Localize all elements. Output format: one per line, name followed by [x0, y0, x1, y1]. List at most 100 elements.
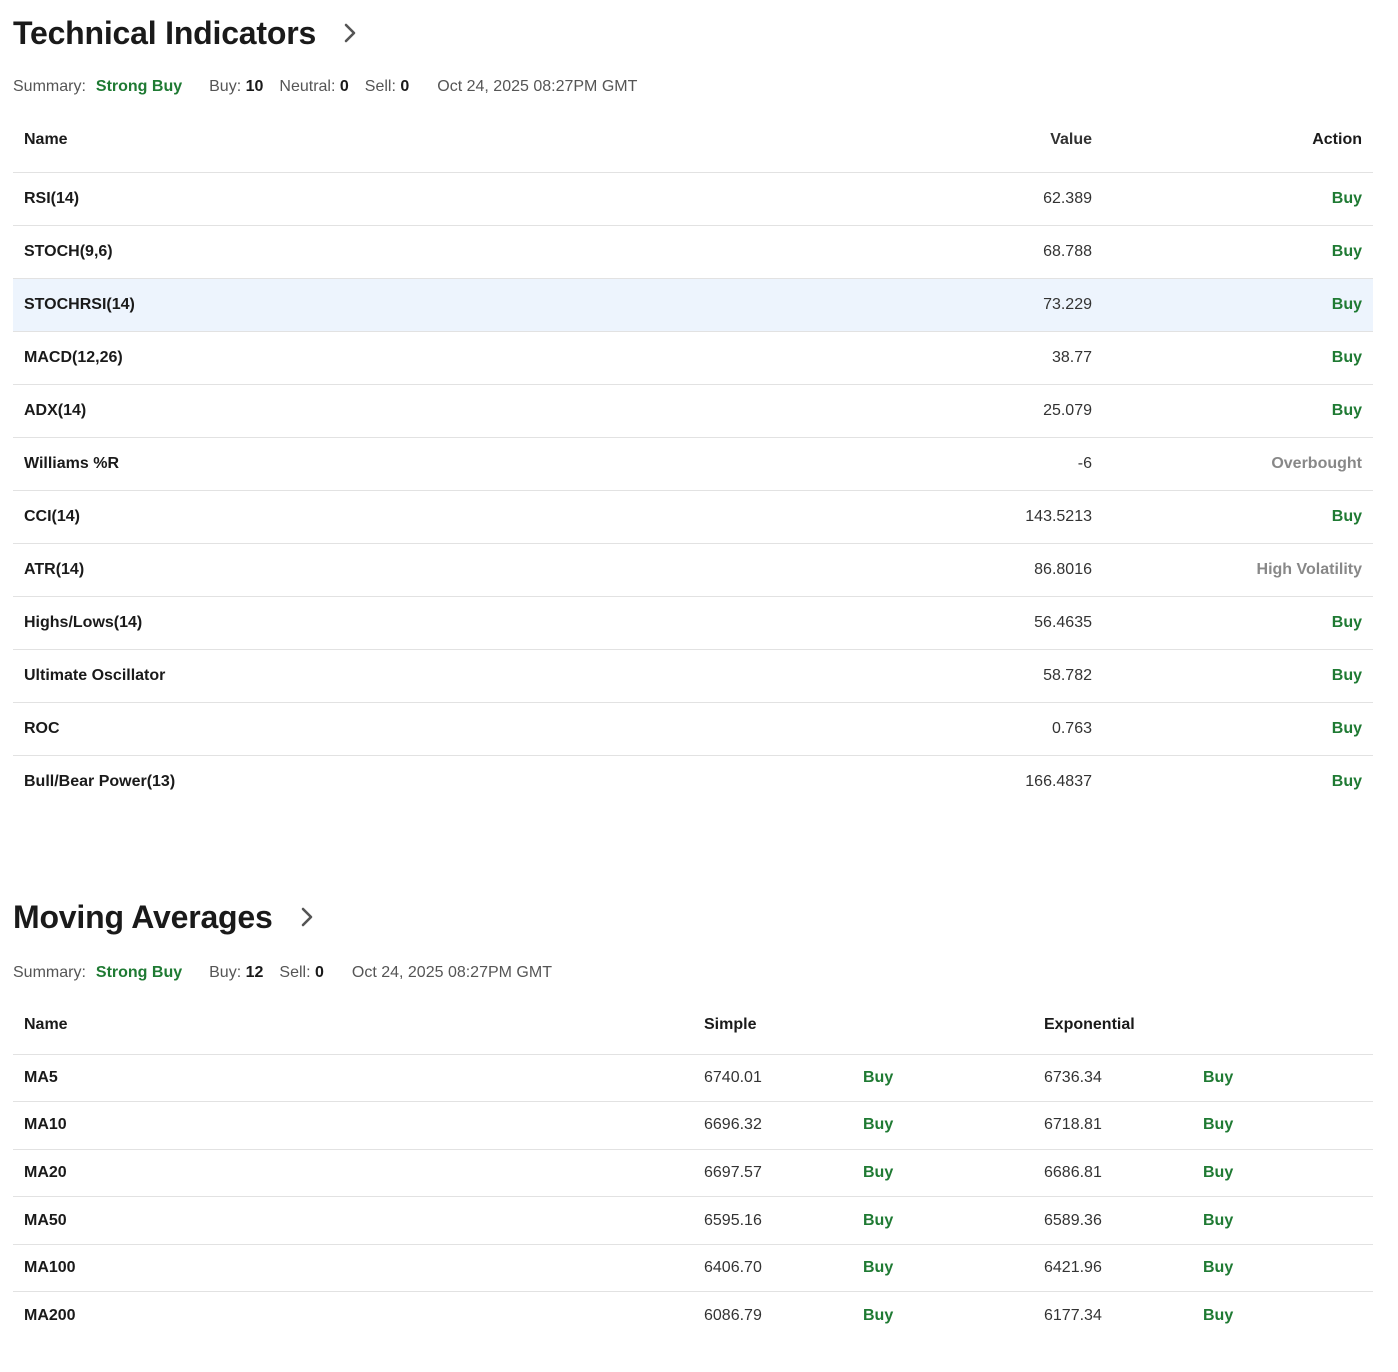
ma-exp-value: 6736.34	[1033, 1053, 1192, 1102]
indicator-name[interactable]: ROC	[13, 701, 734, 755]
ma-name[interactable]: MA50	[13, 1196, 693, 1245]
ma-simple-action: Buy	[852, 1053, 1033, 1102]
indicator-name[interactable]: RSI(14)	[13, 171, 734, 225]
ma-name[interactable]: MA5	[13, 1053, 693, 1102]
technical-indicators-title[interactable]: Technical Indicators	[13, 15, 316, 52]
buy-count: Buy: 10	[209, 78, 264, 95]
ma-exp-action: Buy	[1192, 1101, 1373, 1150]
ma-simple-action: Buy	[852, 1196, 1033, 1245]
indicator-name[interactable]: Ultimate Oscillator	[13, 648, 734, 702]
sell-count: Sell: 0	[279, 964, 324, 981]
table-row[interactable]: MA20 6697.57 Buy 6686.81 Buy	[13, 1148, 1373, 1197]
summary-verdict: Strong Buy	[95, 78, 183, 95]
table-row[interactable]: CCI(14) 143.5213 Buy	[13, 489, 1373, 543]
table-row[interactable]: STOCHRSI(14) 73.229 Buy	[13, 277, 1373, 331]
indicator-name[interactable]: ATR(14)	[13, 542, 734, 596]
page: Technical Indicators Summary: Strong Buy…	[0, 0, 1398, 1372]
indicator-value: 58.782	[733, 648, 1103, 702]
summary-timestamp: Oct 24, 2025 08:27PM GMT	[437, 78, 638, 95]
ma-exp-value: 6686.81	[1033, 1148, 1192, 1197]
indicator-action: Buy	[1103, 224, 1373, 278]
ma-simple-action: Buy	[852, 1291, 1033, 1340]
column-header-name: Name	[24, 130, 68, 148]
indicator-name[interactable]: Bull/Bear Power(13)	[13, 754, 734, 808]
ma-simple-value: 6086.79	[693, 1291, 852, 1340]
table-header-row: Name Value Action	[13, 108, 1373, 172]
summary-label: Summary:	[13, 78, 86, 95]
table-row[interactable]: Ultimate Oscillator 58.782 Buy	[13, 648, 1373, 702]
table-row[interactable]: Highs/Lows(14) 56.4635 Buy	[13, 595, 1373, 649]
indicator-action: Buy	[1103, 489, 1373, 543]
indicator-value: 86.8016	[733, 542, 1103, 596]
table-row[interactable]: RSI(14) 62.389 Buy	[13, 171, 1373, 225]
indicator-name[interactable]: Highs/Lows(14)	[13, 595, 734, 649]
indicator-name[interactable]: STOCH(9,6)	[13, 224, 734, 278]
table-row[interactable]: MACD(12,26) 38.77 Buy	[13, 330, 1373, 384]
table-row[interactable]: MA200 6086.79 Buy 6177.34 Buy	[13, 1291, 1373, 1340]
indicator-value: 38.77	[733, 330, 1103, 384]
table-row[interactable]: MA5 6740.01 Buy 6736.34 Buy	[13, 1053, 1373, 1102]
ma-exp-action: Buy	[1192, 1291, 1373, 1340]
column-header-exponential: Exponential	[1044, 1015, 1135, 1033]
chevron-right-icon[interactable]	[330, 13, 370, 53]
indicator-action: Buy	[1103, 330, 1373, 384]
column-header-simple: Simple	[704, 1015, 757, 1033]
table-row[interactable]: MA100 6406.70 Buy 6421.96 Buy	[13, 1243, 1373, 1292]
ma-exp-value: 6589.36	[1033, 1196, 1192, 1245]
ma-simple-value: 6697.57	[693, 1148, 852, 1197]
table-header-row: Name Simple Exponential	[13, 996, 1373, 1054]
moving-averages-title[interactable]: Moving Averages	[13, 899, 273, 936]
indicator-name[interactable]: CCI(14)	[13, 489, 734, 543]
sell-count: Sell: 0	[364, 78, 410, 95]
indicator-value: 56.4635	[733, 595, 1103, 649]
column-header-action: Action	[1312, 130, 1362, 148]
ma-simple-action: Buy	[852, 1148, 1033, 1197]
technical-indicators-header: Technical Indicators	[13, 0, 1385, 66]
ma-name[interactable]: MA10	[13, 1101, 693, 1150]
indicator-action: Buy	[1103, 701, 1373, 755]
indicator-value: 62.389	[733, 171, 1103, 225]
indicator-value: -6	[733, 436, 1103, 490]
indicator-action: High Volatility	[1103, 542, 1373, 596]
ma-name[interactable]: MA100	[13, 1243, 693, 1292]
moving-averages-header: Moving Averages	[13, 884, 1385, 950]
ma-exp-action: Buy	[1192, 1053, 1373, 1102]
indicator-name[interactable]: MACD(12,26)	[13, 330, 734, 384]
summary-verdict: Strong Buy	[95, 964, 183, 981]
ma-exp-value: 6177.34	[1033, 1291, 1192, 1340]
ma-name[interactable]: MA200	[13, 1291, 693, 1340]
ma-name[interactable]: MA20	[13, 1148, 693, 1197]
table-row[interactable]: ROC 0.763 Buy	[13, 701, 1373, 755]
ma-simple-value: 6406.70	[693, 1243, 852, 1292]
technical-indicators-table: Name Value Action RSI(14) 62.389 Buy STOCH(…	[13, 108, 1373, 808]
ma-simple-value: 6740.01	[693, 1053, 852, 1102]
indicator-value: 68.788	[733, 224, 1103, 278]
table-row[interactable]: ADX(14) 25.079 Buy	[13, 383, 1373, 437]
column-header-value: Value	[1050, 130, 1092, 148]
indicator-value: 25.079	[733, 383, 1103, 437]
table-row[interactable]: MA50 6595.16 Buy 6589.36 Buy	[13, 1196, 1373, 1245]
table-row[interactable]: Bull/Bear Power(13) 166.4837 Buy	[13, 754, 1373, 808]
indicator-action: Buy	[1103, 595, 1373, 649]
indicator-action: Buy	[1103, 277, 1373, 331]
ma-exp-action: Buy	[1192, 1148, 1373, 1197]
buy-count: Buy: 12	[209, 964, 264, 981]
table-row[interactable]: Williams %R -6 Overbought	[13, 436, 1373, 490]
table-row[interactable]: STOCH(9,6) 68.788 Buy	[13, 224, 1373, 278]
ma-exp-action: Buy	[1192, 1196, 1373, 1245]
moving-averages-table: Name Simple Exponential MA5 6740.01 Buy 673…	[13, 996, 1373, 1340]
indicator-name[interactable]: STOCHRSI(14)	[13, 277, 734, 331]
summary-label: Summary:	[13, 964, 86, 981]
table-row[interactable]: ATR(14) 86.8016 High Volatility	[13, 542, 1373, 596]
column-header-name: Name	[24, 1015, 68, 1033]
technical-summary: Summary: Strong Buy Buy: 10 Neutral: 0 S…	[13, 66, 1385, 108]
ma-simple-value: 6696.32	[693, 1101, 852, 1150]
ma-simple-value: 6595.16	[693, 1196, 852, 1245]
table-row[interactable]: MA10 6696.32 Buy 6718.81 Buy	[13, 1101, 1373, 1150]
indicator-name[interactable]: ADX(14)	[13, 383, 734, 437]
chevron-right-icon[interactable]	[287, 897, 327, 937]
indicator-name[interactable]: Williams %R	[13, 436, 734, 490]
ma-simple-action: Buy	[852, 1243, 1033, 1292]
ma-simple-action: Buy	[852, 1101, 1033, 1150]
ma-exp-value: 6421.96	[1033, 1243, 1192, 1292]
